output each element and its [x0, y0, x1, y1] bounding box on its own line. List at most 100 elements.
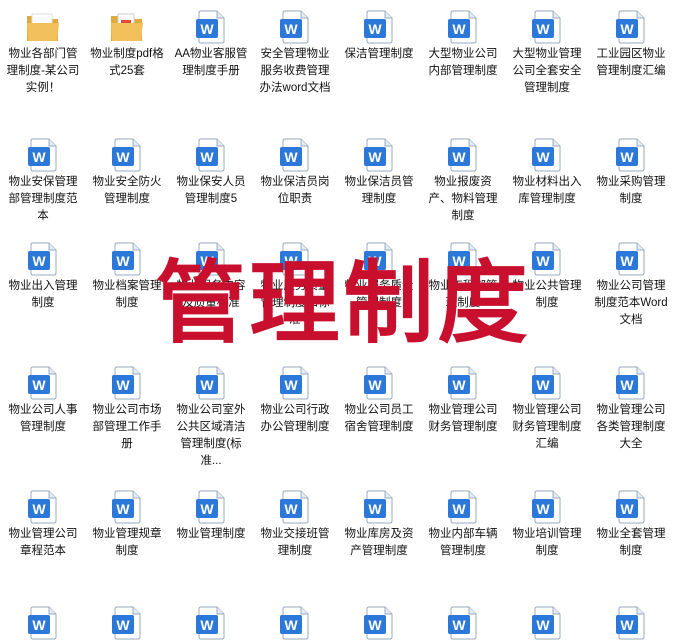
svg-text:W: W [620, 149, 634, 165]
folder-item[interactable]: 物业各部门管理制度-某公司实例！ [1, 0, 85, 97]
file-item[interactable]: W 物业报废资产、物料管理制度 [421, 128, 505, 225]
file-item[interactable]: W 物业培训管理制度 [505, 480, 589, 560]
word-doc-icon: W [505, 0, 589, 44]
file-item[interactable]: W 物业安保管理部管理制度范本 [1, 128, 85, 225]
file-label: 物业保安人员管理制度5 [176, 176, 246, 205]
word-doc-icon: W [337, 356, 421, 400]
file-item[interactable]: W 物业内部车辆管理制度 [421, 480, 505, 560]
svg-text:W: W [116, 617, 130, 633]
file-item[interactable]: W 物业管理制度 [169, 480, 253, 543]
word-doc-icon: W [1, 480, 85, 524]
file-item[interactable]: W 保洁管理制度 [337, 0, 421, 63]
svg-text:W: W [284, 501, 298, 517]
file-label: AA物业客服管理制度手册 [174, 48, 248, 77]
file-item[interactable]: W [85, 596, 169, 642]
word-doc-icon: W [589, 128, 673, 172]
file-item[interactable]: W 物业管理公司章程范本 [1, 480, 85, 560]
word-doc-icon: W [337, 0, 421, 44]
file-item[interactable]: W 物业公司人事管理制度 [1, 356, 85, 436]
file-label: 物业档案管理制度 [92, 280, 162, 309]
svg-text:W: W [368, 253, 382, 269]
word-doc-icon: W [253, 232, 337, 276]
svg-text:W: W [452, 617, 466, 633]
file-item[interactable]: W 大型物业管理公司全套安全管理制度 [505, 0, 589, 97]
file-item[interactable]: W 物业保安人员管理制度5 [169, 128, 253, 208]
svg-text:W: W [32, 501, 46, 517]
file-item[interactable]: W [505, 596, 589, 642]
word-doc-icon: W [253, 128, 337, 172]
file-label: 物业公司室外公共区域清洁管理制度(标准... [176, 404, 246, 467]
file-item[interactable]: W 物业公共管理制度 [505, 232, 589, 312]
file-item[interactable]: W 物业公司员工宿舍管理制度 [337, 356, 421, 436]
word-doc-icon: W [337, 128, 421, 172]
word-doc-icon: W [1, 232, 85, 276]
svg-text:W: W [32, 377, 46, 393]
svg-text:W: W [536, 253, 550, 269]
file-item[interactable]: W 物业库房及资产管理制度 [337, 480, 421, 560]
file-label: 物业管理公司财务管理制度汇编 [512, 404, 582, 450]
word-doc-icon: W [505, 596, 589, 640]
word-doc-icon: W [169, 596, 253, 640]
file-item[interactable]: W 物业保洁员管理制度 [337, 128, 421, 208]
file-label: 大型物业公司内部管理制度 [428, 48, 498, 77]
file-item[interactable]: W [169, 596, 253, 642]
word-doc-icon: W [253, 596, 337, 640]
file-item[interactable]: W 物业全套管理制度 [589, 480, 673, 560]
file-item[interactable]: W [337, 596, 421, 642]
file-item[interactable]: W 物业公司市场部管理工作手册 [85, 356, 169, 453]
file-item[interactable]: W 安全管理物业服务收费管理办法word文档 [253, 0, 337, 97]
file-label: 物业报废资产、物料管理制度 [428, 176, 498, 222]
file-item[interactable]: W 物业管理公司各类管理制度大全 [589, 356, 673, 453]
svg-text:W: W [32, 253, 46, 269]
file-item[interactable]: W [421, 596, 505, 642]
word-doc-icon: W [169, 356, 253, 400]
file-item[interactable]: W 物业公司行政办公管理制度 [253, 356, 337, 436]
word-doc-icon: W [169, 0, 253, 44]
file-item[interactable]: W 物业服务质量管理制度 [337, 232, 421, 312]
file-item[interactable]: W 物业管理公司财务管理制度 [421, 356, 505, 436]
word-doc-icon: W [589, 0, 673, 44]
folder-item[interactable]: 物业制度pdf格式25套 [85, 0, 169, 80]
word-doc-icon: W [253, 356, 337, 400]
file-item[interactable]: W 物业管理公司财务管理制度汇编 [505, 356, 589, 453]
file-item[interactable]: W [1, 596, 85, 642]
file-item[interactable]: W 物业服务质量管理制度和标准 [253, 232, 337, 329]
file-item[interactable]: W 物业服务内容及质量标准 [169, 232, 253, 312]
file-label: 物业材料出入库管理制度 [512, 176, 582, 205]
file-item[interactable]: W 大型物业公司内部管理制度 [421, 0, 505, 80]
svg-text:W: W [620, 377, 634, 393]
file-item[interactable]: W 物业安全防火管理制度 [85, 128, 169, 208]
file-item[interactable]: W 物业交接班管理制度 [253, 480, 337, 560]
file-item[interactable]: W 物业档案管理制度 [85, 232, 169, 312]
file-item[interactable]: W 物业公司管理制度范本Word文档 [589, 232, 673, 329]
file-item[interactable]: W 物业工程部管理制度 [421, 232, 505, 312]
file-label: 物业管理规章制度 [92, 528, 162, 557]
svg-text:W: W [620, 21, 634, 37]
file-item[interactable]: W 物业采购管理制度 [589, 128, 673, 208]
file-item[interactable]: W 物业保洁员岗位职责 [253, 128, 337, 208]
word-doc-icon: W [1, 356, 85, 400]
file-item[interactable]: W [589, 596, 673, 642]
word-doc-icon: W [169, 128, 253, 172]
svg-text:W: W [200, 149, 214, 165]
file-item[interactable]: W 物业公司室外公共区域清洁管理制度(标准... [169, 356, 253, 470]
svg-text:W: W [536, 501, 550, 517]
folder-icon [1, 0, 85, 44]
word-doc-icon: W [337, 232, 421, 276]
svg-text:W: W [368, 21, 382, 37]
svg-text:W: W [536, 149, 550, 165]
file-label: 物业服务质量管理制度 [344, 280, 414, 309]
file-item[interactable]: W AA物业客服管理制度手册 [169, 0, 253, 80]
word-doc-icon: W [1, 128, 85, 172]
file-label: 物业工程部管理制度 [428, 280, 498, 309]
file-item[interactable]: W 物业出入管理制度 [1, 232, 85, 312]
svg-text:W: W [284, 617, 298, 633]
svg-text:W: W [368, 501, 382, 517]
svg-text:W: W [200, 253, 214, 269]
file-item[interactable]: W 物业材料出入库管理制度 [505, 128, 589, 208]
file-item[interactable]: W 物业管理规章制度 [85, 480, 169, 560]
word-doc-icon: W [169, 232, 253, 276]
file-item[interactable]: W 工业园区物业管理制度汇编 [589, 0, 673, 80]
file-label: 物业服务内容及质量标准 [176, 280, 246, 309]
file-item[interactable]: W [253, 596, 337, 642]
